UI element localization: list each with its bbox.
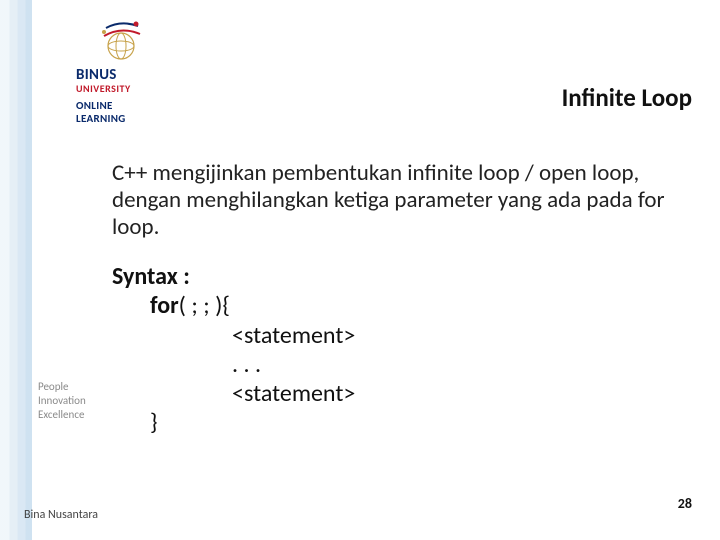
logo-online: ONLINELEARNING xyxy=(76,99,256,125)
globe-icon xyxy=(96,18,146,68)
syntax-label: Syntax : xyxy=(112,262,355,291)
syntax-block: Syntax : for( ; ; ){ <statement> . . . <… xyxy=(112,262,355,438)
for-keyword: for xyxy=(150,291,179,320)
decorative-left-strip xyxy=(0,0,32,540)
tagline-line: Innovation xyxy=(38,394,86,408)
tagline-line: People xyxy=(38,380,86,394)
page-number: 28 xyxy=(678,495,692,512)
statement-line: <statement> xyxy=(232,321,355,350)
logo-university: UNIVERSITY xyxy=(76,84,256,95)
for-params: ( ; ; ){ xyxy=(179,291,230,320)
tagline-line: Excellence xyxy=(38,408,86,422)
logo: BINUS UNIVERSITY ONLINELEARNING xyxy=(76,22,256,126)
statement-line: <statement> xyxy=(232,379,355,408)
body-paragraph: C++ mengijinkan pembentukan infinite loo… xyxy=(112,160,672,241)
tagline: People Innovation Excellence xyxy=(38,380,86,421)
slide-title: Infinite Loop xyxy=(562,82,692,113)
ellipsis-line: . . . xyxy=(232,350,355,379)
close-brace: } xyxy=(150,408,355,437)
footer-text: Bina Nusantara xyxy=(24,508,98,522)
